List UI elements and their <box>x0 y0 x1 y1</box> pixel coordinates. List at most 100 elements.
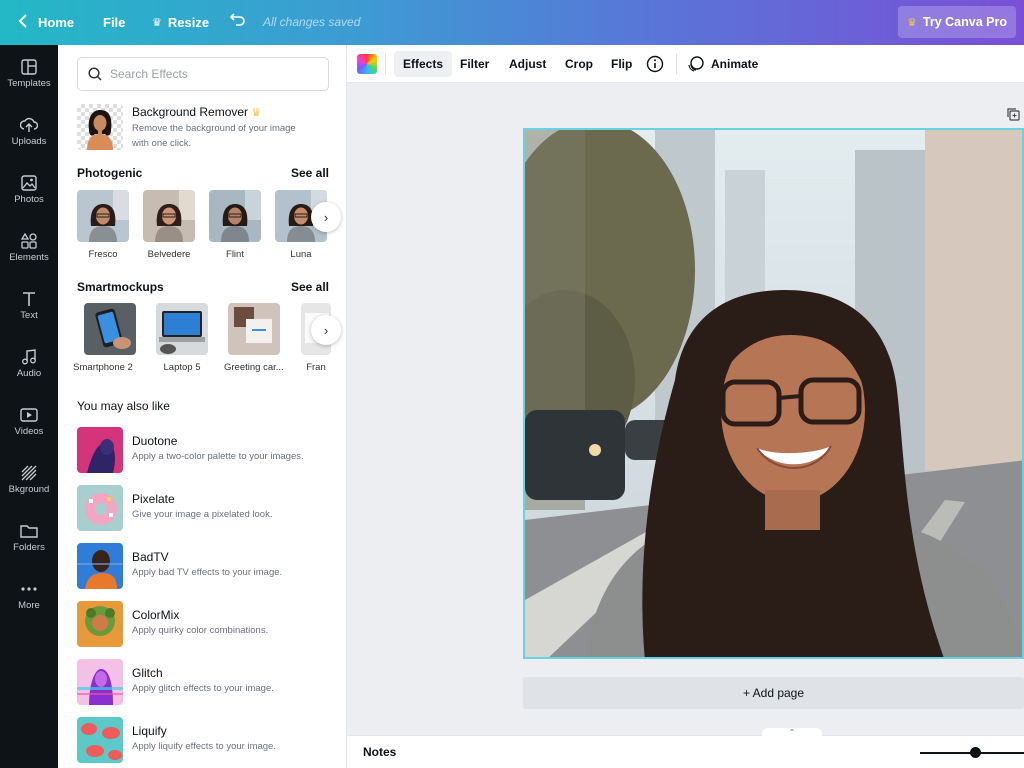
section-title: Smartmockups <box>77 280 164 294</box>
effects-tab[interactable]: Effects <box>394 51 453 77</box>
effect-name: Duotone <box>132 434 178 448</box>
sidebar-item-label: Videos <box>14 426 44 437</box>
effect-item-glitch[interactable]: Glitch Apply glitch effects to your imag… <box>77 659 337 705</box>
effect-item-badtv[interactable]: BadTV Apply bad TV effects to your image… <box>77 543 337 589</box>
sidebar-item-label: Templates <box>7 78 51 89</box>
undo-icon[interactable] <box>229 12 246 31</box>
try-canva-pro-button[interactable]: ♛ Try Canva Pro <box>898 6 1016 38</box>
effect-thumb-flint[interactable]: Flint <box>209 190 261 260</box>
mockup-label: Greeting car... <box>224 362 284 373</box>
photogenic-row: Fresco Belvedere Flint Luna › <box>77 190 341 270</box>
effect-item-duotone[interactable]: Duotone Apply a two-color palette to you… <box>77 427 337 473</box>
text-icon <box>23 292 35 306</box>
zoom-slider-handle[interactable] <box>970 747 981 758</box>
search-input[interactable] <box>110 67 310 81</box>
file-menu-button[interactable]: File <box>103 15 125 30</box>
effect-thumb-fresco[interactable]: Fresco <box>77 190 129 260</box>
chevron-right-icon[interactable]: › <box>311 315 341 345</box>
notes-button[interactable]: Notes <box>363 745 396 759</box>
add-page-button[interactable]: + Add page <box>523 677 1024 709</box>
mockup-label: Laptop 5 <box>163 362 201 373</box>
sidebar-item-background[interactable]: Bkground <box>0 465 58 495</box>
info-icon[interactable] <box>646 45 664 83</box>
smartmockups-header: Smartmockups See all <box>77 280 329 294</box>
crown-icon: ♛ <box>152 17 162 29</box>
effect-item-pixelate[interactable]: Pixelate Give your image a pixelated loo… <box>77 485 337 531</box>
search-box[interactable] <box>77 57 329 91</box>
effect-desc: Apply bad TV effects to your image. <box>132 567 283 578</box>
search-icon <box>88 67 102 81</box>
crown-icon: ♛ <box>907 16 917 29</box>
effect-name: BadTV <box>132 550 169 564</box>
filter-button[interactable]: Filter <box>460 45 489 83</box>
selected-photo[interactable] <box>523 128 1024 659</box>
effect-item-colormix[interactable]: ColorMix Apply quirky color combinations… <box>77 601 337 647</box>
sidebar-item-label: Text <box>20 310 38 321</box>
sidebar-item-videos[interactable]: Videos <box>0 407 58 437</box>
sidebar-item-uploads[interactable]: Uploads <box>0 117 58 147</box>
sidebar-item-elements[interactable]: Elements <box>0 233 58 263</box>
left-sidebar: Templates Uploads Photos Elements Text A… <box>0 45 58 768</box>
liquify-thumbnail <box>77 717 123 763</box>
try-pro-label: Try Canva Pro <box>922 15 1007 29</box>
sidebar-item-label: Bkground <box>8 484 50 495</box>
effect-label: Luna <box>290 249 312 260</box>
effect-desc: Give your image a pixelated look. <box>132 509 273 520</box>
animate-button[interactable]: Animate <box>687 45 758 83</box>
mockup-label: Fran <box>306 362 326 373</box>
sidebar-item-label: Audio <box>16 368 42 379</box>
photos-icon <box>21 175 37 191</box>
chevron-right-icon[interactable]: › <box>311 202 341 232</box>
background-remover-title: Background Remover <box>132 105 249 119</box>
effect-desc: Apply quirky color combinations. <box>132 625 269 636</box>
resize-button[interactable]: ♛ Resize <box>152 15 209 30</box>
effect-thumb-belvedere[interactable]: Belvedere <box>143 190 195 260</box>
top-bar: Home File ♛ Resize All changes saved ♛ T… <box>0 0 1024 45</box>
sidebar-item-photos[interactable]: Photos <box>0 175 58 205</box>
also-like-header: You may also like <box>77 399 329 413</box>
image-toolbar: Effects Filter Adjust Crop Flip Animate <box>347 45 1024 83</box>
adjust-button[interactable]: Adjust <box>509 45 546 83</box>
duplicate-page-icon[interactable] <box>1006 107 1020 126</box>
background-remover-desc-line2: with one click. <box>132 138 192 149</box>
mockup-thumb-laptop[interactable]: Laptop 5 <box>156 303 208 373</box>
sidebar-item-text[interactable]: Text <box>0 291 58 321</box>
more-icon <box>21 587 37 591</box>
sidebar-item-audio[interactable]: Audio <box>0 349 58 379</box>
see-all-link[interactable]: See all <box>291 280 329 294</box>
chevron-left-icon[interactable] <box>18 14 28 31</box>
effects-panel: Background Remover ♛ Remove the backgrou… <box>58 45 347 768</box>
color-swatch-button[interactable] <box>357 54 377 74</box>
sidebar-item-more[interactable]: More <box>0 581 58 611</box>
crown-icon: ♛ <box>251 107 262 119</box>
see-all-link[interactable]: See all <box>291 166 329 180</box>
home-button[interactable]: Home <box>38 15 74 30</box>
sidebar-item-label: Elements <box>9 252 49 263</box>
sidebar-item-label: Folders <box>13 542 45 553</box>
effect-label: Fresco <box>88 249 118 260</box>
photogenic-header: Photogenic See all <box>77 166 329 180</box>
divider <box>385 54 386 74</box>
colormix-thumbnail <box>77 601 123 647</box>
mockup-thumb-smartphone[interactable]: Smartphone 2 <box>73 303 136 373</box>
sidebar-item-templates[interactable]: Templates <box>0 59 58 89</box>
background-icon <box>21 465 37 481</box>
mockup-thumb-greeting-card[interactable]: Greeting car... <box>224 303 284 373</box>
canvas-area: + Add page <box>347 83 1024 735</box>
effect-desc: Apply a two-color palette to your images… <box>132 451 304 462</box>
sidebar-item-label: Uploads <box>11 136 47 147</box>
laptop-thumbnail <box>156 303 208 355</box>
effect-name: ColorMix <box>132 608 180 622</box>
greeting-card-thumbnail <box>228 303 280 355</box>
section-title: You may also like <box>77 399 170 413</box>
effect-name: Pixelate <box>132 492 175 506</box>
fresco-thumbnail <box>77 190 129 242</box>
background-remover-item[interactable]: Background Remover ♛ Remove the backgrou… <box>77 104 337 150</box>
save-status: All changes saved <box>263 15 361 29</box>
chevron-up-icon[interactable]: ⌃ <box>762 728 822 738</box>
sidebar-item-folders[interactable]: Folders <box>0 523 58 553</box>
effect-item-liquify[interactable]: Liquify Apply liquify effects to your im… <box>77 717 337 763</box>
flip-button[interactable]: Flip <box>611 45 632 83</box>
sidebar-item-label: Photos <box>14 194 44 205</box>
crop-button[interactable]: Crop <box>565 45 593 83</box>
